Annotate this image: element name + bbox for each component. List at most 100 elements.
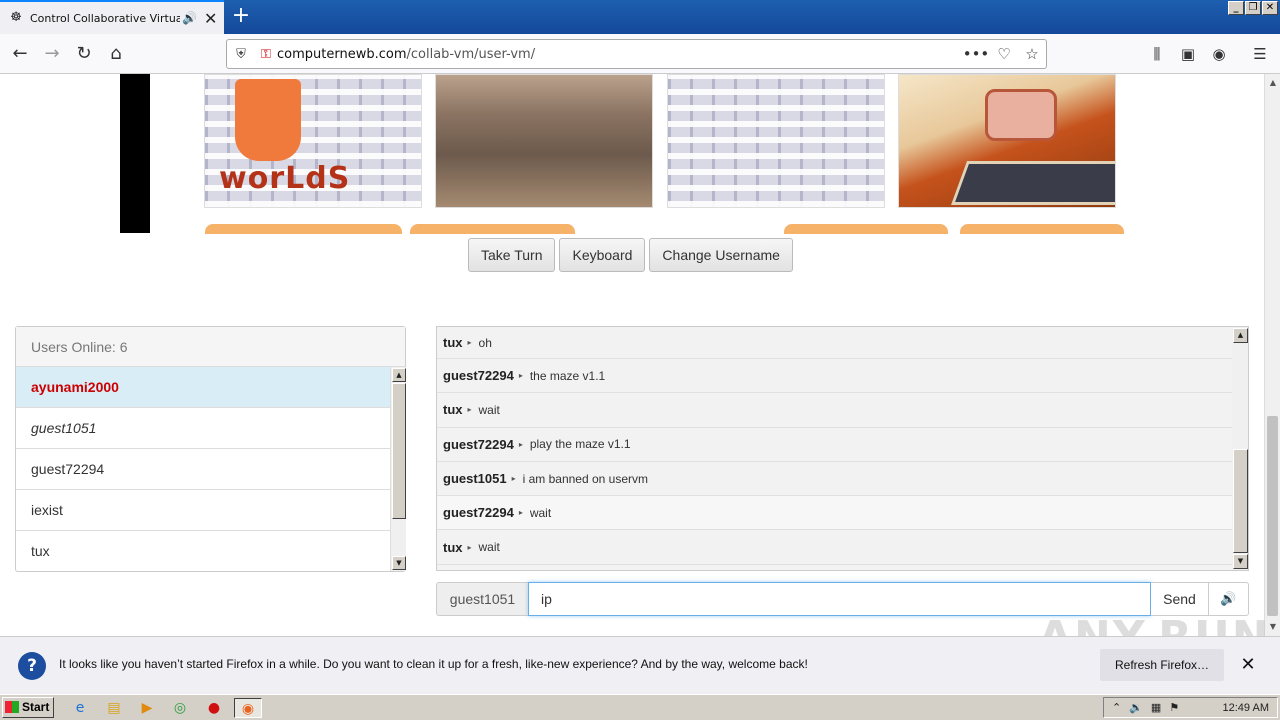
vm-thumbnail-7worlds[interactable]: worLdS: [204, 74, 422, 208]
user-list-item[interactable]: ayunami2000: [16, 367, 390, 408]
vm-thumbnail-pattern[interactable]: [667, 74, 885, 208]
minimize-icon[interactable]: _: [1228, 1, 1244, 15]
browser-tab-bar: ☸ Control Collaborative Virtual M 🔊 ✕ + …: [0, 0, 1280, 34]
chat-message-text: play the maze v1.1: [529, 437, 631, 452]
armchair-image: [985, 89, 1057, 141]
vm-label-peek: [410, 224, 575, 234]
explorer-folder-icon[interactable]: ▤: [104, 698, 124, 718]
page-actions-icon[interactable]: •••: [962, 45, 990, 63]
start-button[interactable]: Start: [2, 697, 54, 718]
scroll-down-icon[interactable]: ▼: [392, 556, 406, 570]
scroll-up-icon[interactable]: ▲: [392, 368, 406, 382]
users-online-panel: Users Online: 6 ayunami2000 guest1051 gu…: [15, 326, 406, 572]
chat-message-list: tux ▸ oh guest72294 ▸ the maze v1.1 tux ▸ wait…: [437, 327, 1232, 570]
chat-message-user: guest72294: [443, 436, 514, 452]
bookmark-star-icon[interactable]: ☆: [1018, 45, 1046, 63]
user-list-scrollbar[interactable]: ▲ ▼: [390, 367, 406, 571]
vm-control-buttons: Take Turn Keyboard Change Username: [468, 238, 793, 272]
take-turn-button[interactable]: Take Turn: [468, 238, 556, 272]
rug-image: [950, 161, 1115, 205]
restore-icon[interactable]: ❐: [1245, 1, 1261, 15]
user-list-item[interactable]: iexist: [16, 490, 390, 531]
chat-message-user: tux: [443, 335, 463, 350]
media-player-icon[interactable]: ▶: [137, 698, 157, 718]
insecure-lock-icon[interactable]: ⚿: [255, 47, 277, 62]
vm-thumbnails: worLdS: [204, 74, 1124, 208]
chrome-icon[interactable]: ◎: [170, 698, 190, 718]
notification-text: It looks like you haven’t started Firefo…: [59, 657, 808, 671]
window-controls: _ ❐ ✕: [1228, 1, 1278, 15]
pocket-icon[interactable]: ♡: [990, 45, 1018, 63]
scroll-thumb[interactable]: [392, 383, 406, 519]
send-button[interactable]: Send: [1151, 582, 1209, 616]
network-icon[interactable]: ▦: [1151, 701, 1161, 714]
back-icon[interactable]: ←: [8, 42, 32, 66]
chat-message-user: guest72294: [443, 505, 514, 521]
change-username-button[interactable]: Change Username: [649, 238, 793, 272]
chat-input[interactable]: [528, 582, 1151, 616]
scroll-up-icon[interactable]: ▲: [1266, 76, 1280, 90]
sound-toggle-icon[interactable]: 🔊: [1209, 582, 1249, 616]
user-list-item[interactable]: guest72294: [16, 449, 390, 490]
system-tray: ⌃ 🔉 ▦ ⚑ 12:49 AM: [1103, 697, 1278, 718]
opera-icon[interactable]: ●: [204, 698, 224, 718]
tracking-shield-icon[interactable]: ⛨: [227, 47, 255, 62]
window-close-icon[interactable]: ✕: [1262, 1, 1278, 15]
chat-scrollbar[interactable]: ▲ ▼: [1232, 327, 1248, 570]
chat-message: guest72294 ▸ wait: [437, 496, 1232, 531]
scroll-up-icon[interactable]: ▲: [1233, 328, 1248, 343]
chat-message: guest72294 ▸ the maze v1.1: [437, 359, 1232, 394]
chat-message-user: guest72294: [443, 368, 514, 384]
arrow-icon: ▸: [518, 508, 523, 518]
menu-icon[interactable]: ☰: [1248, 42, 1272, 66]
tab-audio-icon[interactable]: 🔊: [182, 11, 198, 25]
url-path: /collab-vm/user-vm/: [406, 46, 536, 62]
chat-username-label: guest1051: [436, 582, 528, 616]
chat-message: tux ▸ oh: [437, 327, 1232, 359]
windows-logo-icon: [5, 701, 19, 713]
vm-thumbnail-mountain[interactable]: [435, 74, 653, 208]
address-bar[interactable]: ⛨ ⚿ computernewb.com/collab-vm/user-vm/ …: [226, 39, 1047, 69]
tab-close-icon[interactable]: ✕: [204, 9, 220, 28]
worlds-logo: worLdS: [219, 161, 351, 196]
scroll-thumb[interactable]: [1233, 449, 1248, 553]
browser-tab[interactable]: ☸ Control Collaborative Virtual M 🔊 ✕: [0, 0, 224, 34]
refresh-firefox-button[interactable]: Refresh Firefox…: [1100, 649, 1224, 681]
sidebar-icon[interactable]: ▣: [1176, 42, 1200, 66]
vm-label-peek: [205, 224, 402, 234]
url-host: computernewb.com: [277, 46, 407, 62]
tray-expand-icon[interactable]: ⌃: [1112, 701, 1121, 714]
reload-icon[interactable]: ↻: [72, 42, 96, 66]
volume-icon[interactable]: 🔉: [1129, 701, 1143, 714]
url-text[interactable]: computernewb.com/collab-vm/user-vm/: [277, 47, 962, 62]
forward-icon[interactable]: →: [40, 42, 64, 66]
library-icon[interactable]: ⫼: [1145, 42, 1169, 66]
firefox-taskbar-icon[interactable]: ◉: [234, 698, 262, 718]
home-icon[interactable]: ⌂: [104, 42, 128, 66]
vm-thumbnail-room[interactable]: [898, 74, 1116, 208]
scroll-thumb[interactable]: [1267, 416, 1278, 616]
notification-close-icon[interactable]: ✕: [1238, 653, 1258, 677]
chat-message-text: oh: [478, 335, 492, 350]
ie-icon[interactable]: e: [70, 698, 90, 718]
chat-message-text: the maze v1.1: [529, 368, 606, 383]
user-list-item[interactable]: tux: [16, 531, 390, 571]
chat-input-bar: guest1051 Send 🔊: [436, 582, 1249, 616]
chat-panel: tux ▸ oh guest72294 ▸ the maze v1.1 tux ▸ wait…: [436, 326, 1249, 571]
user-list: ayunami2000 guest1051 guest72294 iexist …: [16, 367, 390, 571]
keyboard-button[interactable]: Keyboard: [559, 238, 646, 272]
chat-message-user: tux: [443, 402, 463, 418]
arrow-icon: ▸: [518, 439, 523, 449]
vm-label-peek: [784, 224, 948, 234]
user-list-item[interactable]: guest1051: [16, 408, 390, 449]
account-icon[interactable]: ◉: [1207, 42, 1231, 66]
chat-message-user: tux: [443, 539, 463, 555]
new-tab-icon[interactable]: +: [228, 4, 254, 30]
scroll-down-icon[interactable]: ▼: [1233, 554, 1248, 569]
arrow-icon: ▸: [511, 474, 516, 484]
chat-message-text: i am banned on uservm: [522, 471, 649, 486]
chat-message-text: wait: [478, 402, 500, 417]
arrow-icon: ▸: [467, 405, 472, 415]
action-center-flag-icon[interactable]: ⚑: [1169, 701, 1179, 714]
page-scrollbar[interactable]: ▲ ▼: [1264, 74, 1280, 636]
